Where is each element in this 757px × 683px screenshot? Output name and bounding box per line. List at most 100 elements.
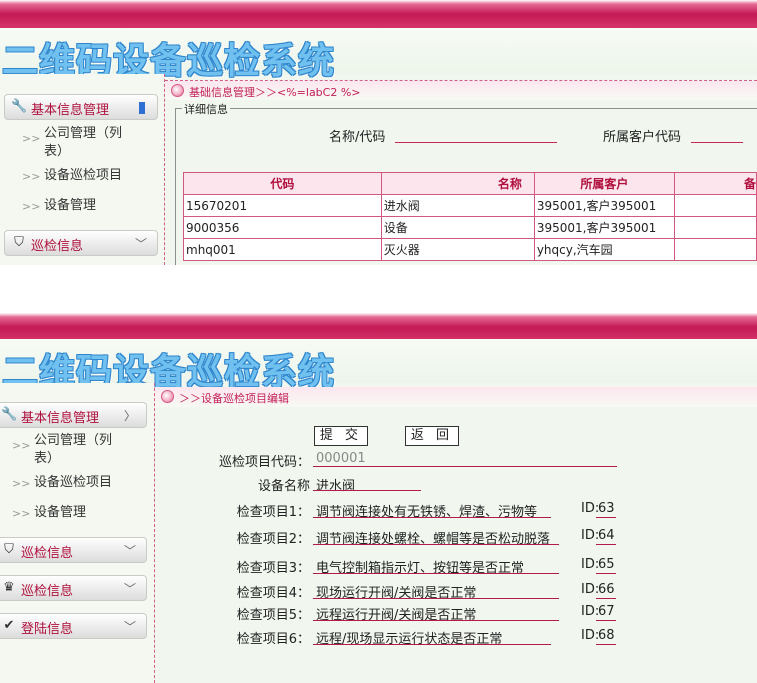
menu-login-info[interactable]: ✔ 登陆信息 ﹀ [0,613,147,639]
check-item-4-id-underline [596,598,616,599]
code-field[interactable]: 000001 [316,451,366,466]
sidebar: 🔧 基本信息管理 〉 >> 公司管理（列 表） >> 设备巡检项目 >> 设备管… [0,383,154,683]
banner: 二维码设备巡检系统 [0,28,757,82]
cell-customer: 395001,客户395001 [533,216,675,239]
check-item-2-id[interactable]: 64 [598,528,615,543]
menu-inspection-info-2[interactable]: ♛ 巡检信息 ﹀ [0,575,147,601]
chevron-down-icon: ﹀ [123,544,136,558]
sidebar-item-label: 表） [44,144,71,159]
check-item-5-id[interactable]: 67 [598,604,615,619]
table-row[interactable]: 9000356 设备 395001,客户395001 [183,216,757,239]
circle-icon [161,390,174,403]
top-bar [0,313,757,341]
bullet-icon: >> [12,477,31,490]
table-header-row: 代码 名称 所属客户 备 [183,172,757,195]
check-item-4-id[interactable]: 66 [598,582,615,597]
check-item-6-underline [313,644,551,645]
cell-name: 进水阀 [380,194,535,217]
chevron-right-icon: 〉 [123,409,136,423]
chevron-down-icon: ﹀ [123,620,136,634]
cell-remark [673,238,757,261]
check-item-5-id-underline [596,620,616,621]
cell-name: 灭火器 [380,238,535,261]
menu-inspection-info-label: 巡检信息 [21,546,74,561]
divider [164,74,165,265]
circle-icon [171,84,184,97]
check-item-5-underline [313,620,559,621]
edit-screen: 二维码设备巡检系统 🔧 基本信息管理 〉 >> 公司管理（列 表） >> 设备巡… [0,313,757,683]
bullet-icon: >> [12,507,31,520]
wrench-icon: 🔧 [1,407,18,422]
breadcrumb: 基础信息管理＞＞<%=labC2 %> [165,80,757,100]
device-table: 代码 名称 所属客户 备 15670201 进水阀 395001,客户39500… [183,172,757,261]
breadcrumb-text: 基础信息管理＞＞<%=labC2 %> [189,86,361,99]
cell-remark [673,194,757,217]
check-icon: ✔ [3,618,15,633]
sidebar-item-label: 公司管理（列 [34,433,113,448]
list-screen: 二维码设备巡检系统 🔧 基本信息管理 >> 公司管理（列 表） >> 设备巡检项… [0,0,757,265]
crown-icon: ♛ [3,580,15,595]
menu-basic-info[interactable]: 🔧 基本信息管理 [4,94,158,120]
check-item-3-id[interactable]: 65 [598,557,615,572]
menu-inspection-info[interactable]: ⛉ 巡检信息 ﹀ [0,537,147,563]
cell-code: 15670201 [183,194,382,217]
chevron-down-icon: ﹀ [134,237,147,251]
badge-icon: ⛉ [4,542,14,557]
sidebar-item-label: 设备管理 [34,505,87,520]
sidebar-item-label: 设备巡检项目 [44,168,123,183]
name-code-input[interactable] [395,142,557,143]
device-name-field[interactable]: 进水阀 [316,475,355,494]
check-item-5-id-label: ID: [581,604,600,619]
bullet-icon: >> [22,132,41,145]
menu-inspection-info-2-label: 巡检信息 [21,584,74,599]
check-item-6-id-underline [596,644,616,645]
menu-basic-info[interactable]: 🔧 基本信息管理 〉 [0,402,147,428]
check-item-1-id[interactable]: 63 [598,501,615,516]
check-item-3-id-label: ID: [581,557,600,572]
cell-customer: yhqcy,汽车园 [533,238,675,261]
chevron-down-icon: ﹀ [123,582,136,596]
check-item-3-underline [313,573,559,574]
check-item-2-id-label: ID: [581,528,600,543]
check-item-1-id-underline [596,517,616,518]
check-item-1-id-label: ID: [581,501,600,516]
submit-button[interactable]: 提 交 [314,426,368,446]
column-header-customer: 所属客户 [533,172,675,195]
bullet-icon: >> [12,439,31,452]
check-item-6-id-label: ID: [581,628,600,643]
check-item-6-label: 检查项目6： [236,632,310,647]
customer-code-input[interactable] [691,142,743,143]
bullet-icon: >> [22,170,41,183]
menu-inspection-info[interactable]: ⛉ 巡检信息 ﹀ [4,230,158,256]
cell-remark [673,216,757,239]
check-item-4-label: 检查项目4： [236,586,310,601]
cell-code: mhq001 [183,238,382,261]
name-code-label: 名称/代码 [329,130,386,145]
column-header-remark: 备 [673,172,757,195]
menu-inspection-info-label: 巡检信息 [31,239,84,254]
menu-basic-info-label: 基本信息管理 [31,103,110,118]
table-row[interactable]: mhq001 灭火器 yhqcy,汽车园 [183,238,757,261]
check-item-3-id-underline [596,573,616,574]
back-button[interactable]: 返 回 [405,426,459,446]
check-item-2-label: 检查项目2： [236,532,310,547]
detail-legend: 详细信息 [182,101,230,117]
active-marker-icon [139,102,145,114]
sidebar-item-label: 表） [34,451,61,466]
check-item-1-label: 检查项目1： [236,505,310,520]
column-header-name: 名称 [380,172,535,195]
table-row[interactable]: 15670201 进水阀 395001,客户395001 [183,194,757,217]
sidebar-item-label: 设备管理 [44,198,97,213]
check-item-4-id-label: ID: [581,582,600,597]
check-item-1-underline [313,517,551,518]
bullet-icon: >> [22,200,41,213]
column-header-code: 代码 [183,172,382,195]
check-item-6-id[interactable]: 68 [598,628,615,643]
check-item-2-underline [313,544,559,545]
menu-login-info-label: 登陆信息 [21,622,74,637]
breadcrumb-text: ＞＞设备巡检项目编辑 [179,392,289,405]
code-underline [313,466,617,467]
menu-basic-info-label: 基本信息管理 [21,411,100,426]
divider [154,383,155,683]
badge-icon: ⛉ [14,235,24,250]
